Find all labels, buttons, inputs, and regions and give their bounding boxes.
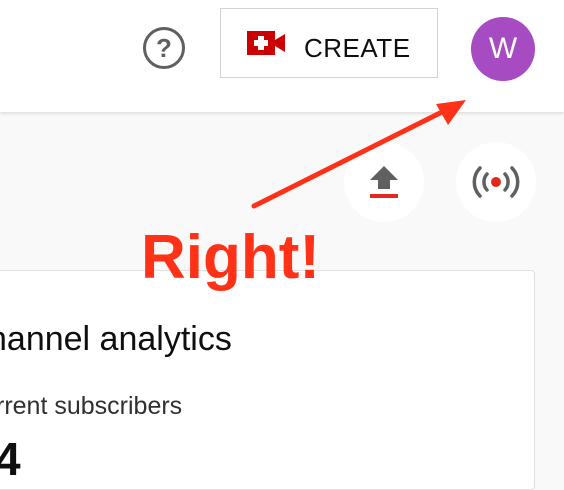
annotation-text: Right! <box>141 223 321 292</box>
